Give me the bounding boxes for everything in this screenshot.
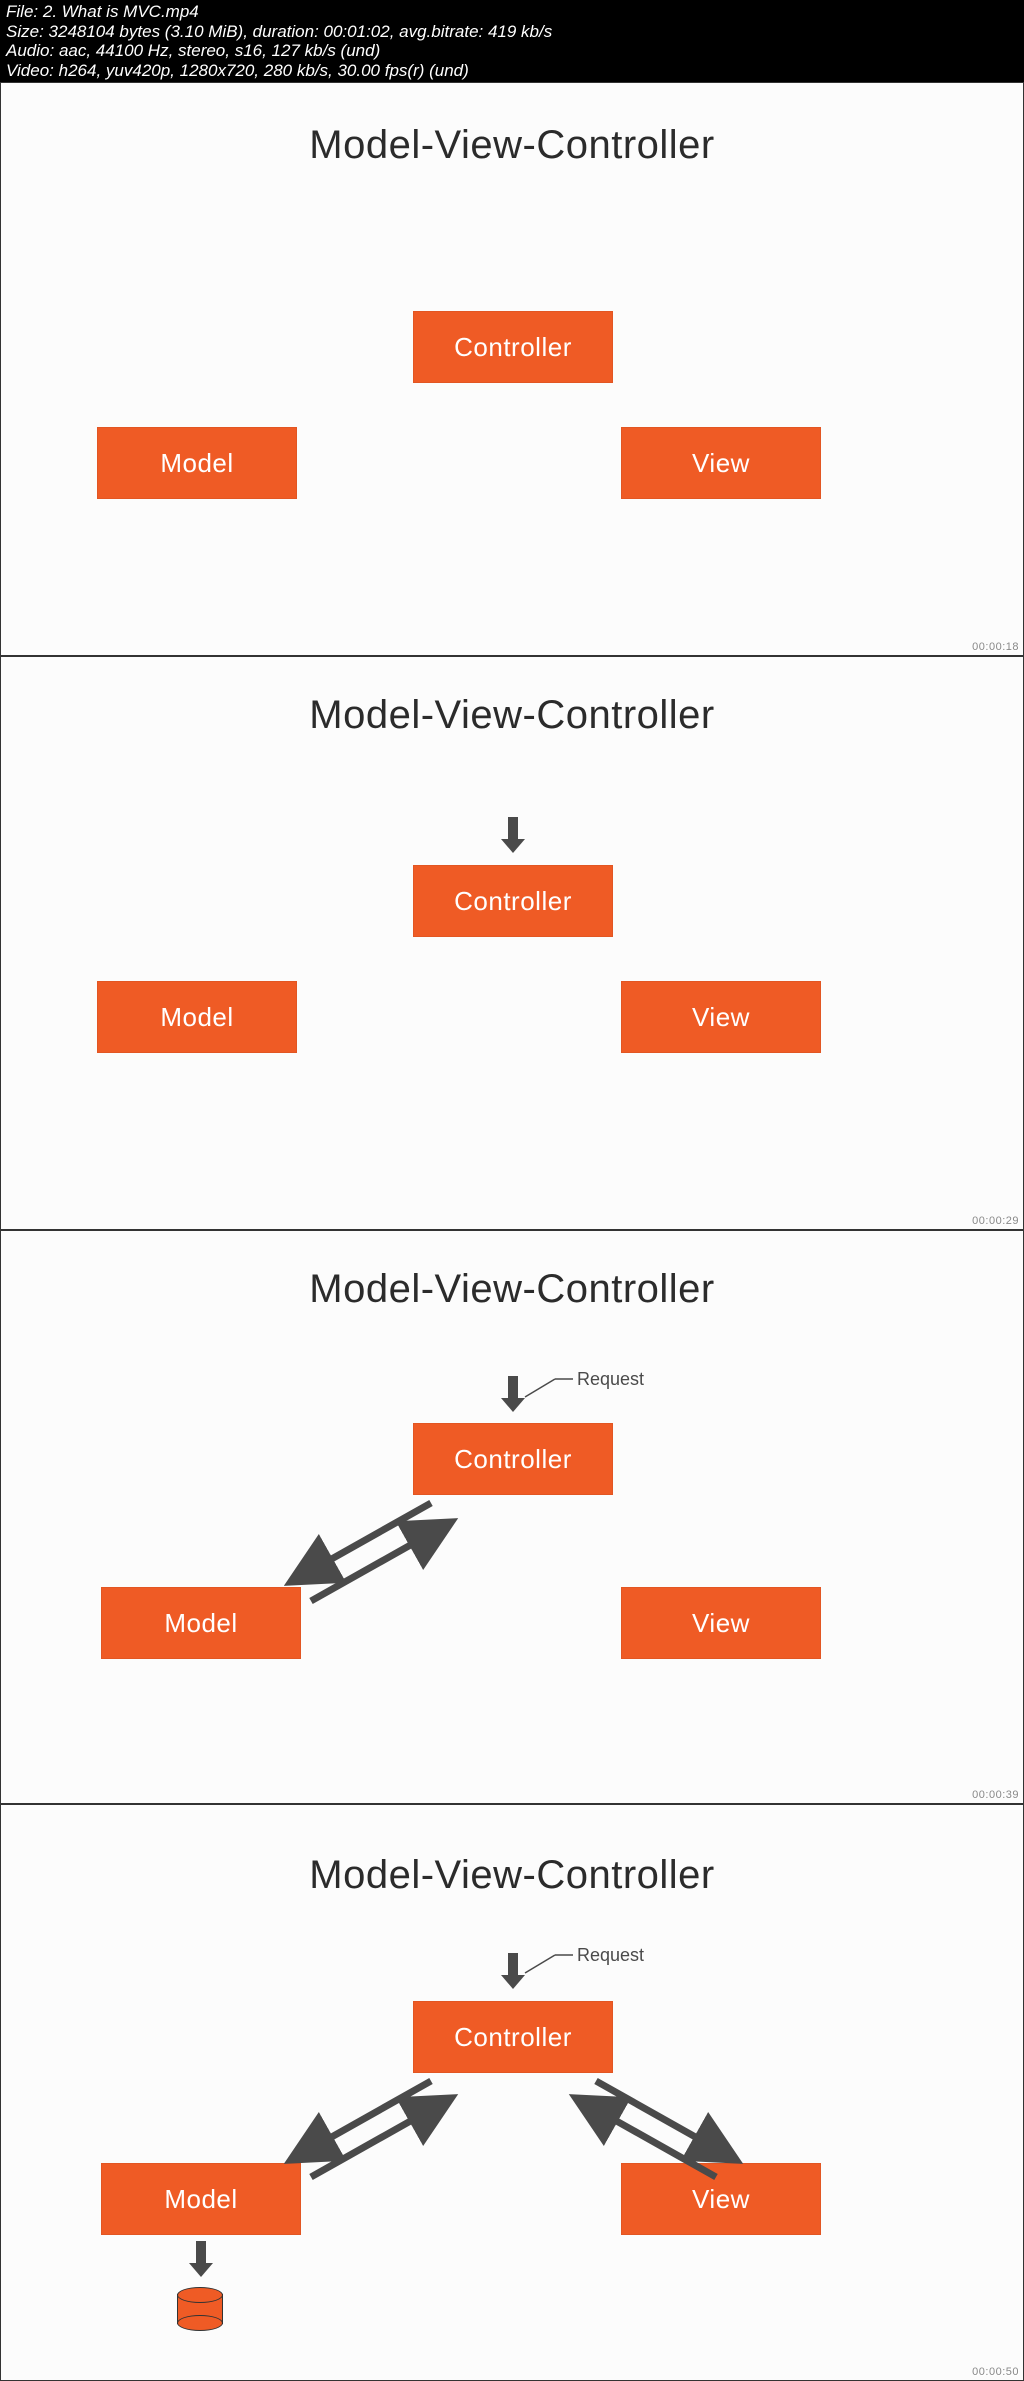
file-line: File: 2. What is MVC.mp4 [6, 2, 1018, 22]
file-label: File: [6, 2, 38, 21]
model-label: Model [160, 448, 233, 479]
size-line: Size: 3248104 bytes (3.10 MiB), duration… [6, 22, 1018, 42]
slide-title: Model-View-Controller [1, 693, 1023, 738]
model-box: Model [97, 427, 297, 499]
controller-label: Controller [454, 332, 572, 363]
controller-model-arrows-icon [1, 1231, 1024, 1804]
database-icon [177, 2287, 223, 2331]
model-box: Model [97, 981, 297, 1053]
file-name: 2. What is MVC.mp4 [43, 2, 199, 21]
frame-1: Model-View-Controller Controller Model V… [0, 82, 1024, 656]
audio-value: aac, 44100 Hz, stereo, s16, 127 kb/s (un… [59, 41, 380, 60]
video-value: h264, yuv420p, 1280x720, 280 kb/s, 30.00… [59, 61, 469, 80]
video-label: Video: [6, 61, 54, 80]
view-box: View [621, 427, 821, 499]
diagram-arrows-icon [1, 1805, 1024, 2381]
view-label: View [692, 448, 750, 479]
media-info-header: File: 2. What is MVC.mp4 Size: 3248104 b… [0, 0, 1024, 82]
request-arrow-icon [501, 817, 525, 855]
size-value: 3248104 bytes (3.10 MiB), duration: 00:0… [49, 22, 553, 41]
model-label: Model [160, 1002, 233, 1033]
view-label: View [692, 1002, 750, 1033]
timestamp: 00:00:50 [972, 2366, 1019, 2378]
timestamp: 00:00:39 [972, 1789, 1019, 1801]
size-label: Size: [6, 22, 44, 41]
frame-4: Model-View-Controller Request Controller… [0, 1804, 1024, 2381]
view-box: View [621, 981, 821, 1053]
slide-title: Model-View-Controller [1, 123, 1023, 168]
frame-2: Model-View-Controller Controller Model V… [0, 656, 1024, 1230]
video-line: Video: h264, yuv420p, 1280x720, 280 kb/s… [6, 61, 1018, 81]
audio-line: Audio: aac, 44100 Hz, stereo, s16, 127 k… [6, 41, 1018, 61]
frame-3: Model-View-Controller Request Controller… [0, 1230, 1024, 1804]
timestamp: 00:00:29 [972, 1215, 1019, 1227]
controller-box: Controller [413, 865, 613, 937]
audio-label: Audio: [6, 41, 54, 60]
controller-label: Controller [454, 886, 572, 917]
timestamp: 00:00:18 [972, 641, 1019, 653]
controller-box: Controller [413, 311, 613, 383]
model-db-arrow-icon [189, 2241, 213, 2279]
